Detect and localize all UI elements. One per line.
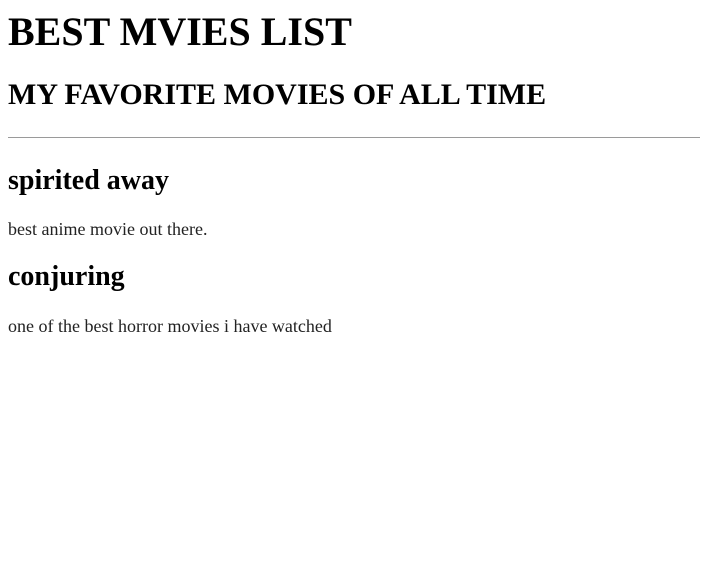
page-subtitle: MY FAVORITE MOVIES OF ALL TIME bbox=[8, 78, 547, 111]
movie-description: best anime movie out there. bbox=[8, 219, 208, 239]
page-body: BEST MVIES LIST MY FAVORITE MOVIES OF AL… bbox=[0, 0, 708, 337]
movie-entry-spirited-away: spirited away best anime movie out there… bbox=[8, 138, 700, 240]
movie-title: conjuring bbox=[8, 261, 125, 292]
movie-title: spirited away bbox=[8, 165, 169, 196]
movie-entry-conjuring: conjuring one of the best horror movies … bbox=[8, 240, 700, 337]
page-title: BEST MVIES LIST bbox=[8, 9, 352, 54]
movie-description: one of the best horror movies i have wat… bbox=[8, 316, 332, 336]
